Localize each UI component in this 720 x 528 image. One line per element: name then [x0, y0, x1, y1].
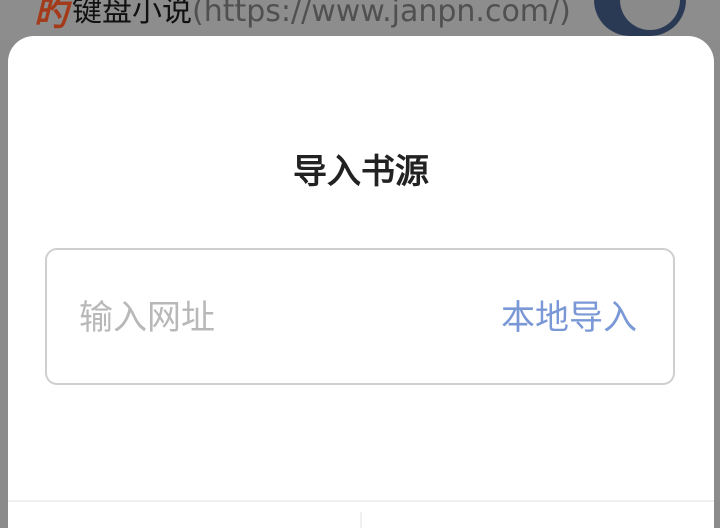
book-source-row[interactable]: 旳 键盘小说(https://www.janpn.com/)	[0, 0, 720, 40]
toggle-knob	[620, 0, 680, 30]
book-source-icon: 旳	[34, 0, 68, 34]
url-input-container: 本地导入	[45, 248, 675, 385]
dialog-title: 导入书源	[293, 152, 429, 192]
url-input[interactable]	[79, 294, 459, 342]
book-source-title: 键盘小说	[72, 0, 192, 29]
import-source-dialog: 导入书源 本地导入	[8, 36, 714, 528]
local-import-button[interactable]: 本地导入	[501, 296, 637, 340]
dialog-action-bar	[8, 500, 714, 528]
book-source-name: 键盘小说(https://www.janpn.com/)	[72, 0, 571, 32]
confirm-button[interactable]	[362, 502, 714, 528]
book-source-url: (https://www.janpn.com/)	[192, 0, 571, 29]
cancel-button[interactable]	[8, 502, 360, 528]
enable-toggle[interactable]	[594, 0, 686, 36]
